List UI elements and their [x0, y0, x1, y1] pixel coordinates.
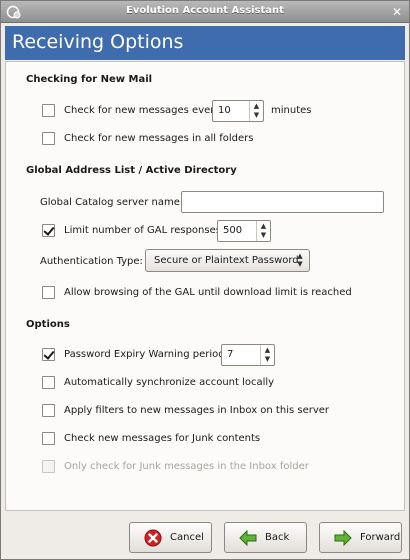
check-every-checkbox[interactable] — [42, 104, 55, 117]
limit-label: Limit number of GAL responses: — [64, 225, 225, 236]
limit-checkbox[interactable] — [42, 224, 55, 237]
forward-arrow-icon — [334, 529, 352, 547]
junk-inbox-only-label: Only check for Junk messages in the Inbo… — [64, 461, 309, 472]
forward-button[interactable]: Forward — [319, 522, 402, 553]
check-every-row[interactable]: Check for new messages every — [42, 104, 220, 117]
password-expiry-label: Password Expiry Warning period: — [64, 349, 228, 360]
password-expiry-spinner[interactable]: 7 ▲ ▼ — [221, 344, 275, 366]
junk-inbox-only-checkbox — [42, 460, 55, 473]
check-all-folders-label: Check for new messages in all folders — [64, 133, 254, 144]
auth-type-select[interactable]: Secure or Plaintext Password ▲ ▼ — [145, 249, 310, 272]
spin-down-icon[interactable]: ▼ — [263, 355, 272, 364]
check-junk-checkbox[interactable] — [42, 432, 55, 445]
spin-up-icon[interactable]: ▲ — [252, 102, 261, 111]
title-bar: Evolution Account Assistant ✕ — [1, 1, 409, 23]
spin-up-icon[interactable]: ▲ — [259, 222, 268, 231]
cancel-label: Cancel — [170, 532, 204, 543]
options-heading: Options — [26, 319, 70, 330]
gal-heading: Global Address List / Active Directory — [26, 165, 237, 176]
allow-browsing-label: Allow browsing of the GAL until download… — [64, 287, 352, 298]
back-arrow-icon — [239, 529, 257, 547]
interval-spinner[interactable]: 10 ▲ ▼ — [212, 100, 264, 122]
check-all-folders-checkbox[interactable] — [42, 132, 55, 145]
limit-row[interactable]: Limit number of GAL responses: — [42, 224, 224, 237]
auto-sync-checkbox[interactable] — [42, 376, 55, 389]
assistant-window: Evolution Account Assistant ✕ Receiving … — [0, 0, 410, 560]
password-expiry-row[interactable]: Password Expiry Warning period: — [42, 348, 228, 361]
checking-heading: Checking for New Mail — [26, 74, 153, 85]
apply-filters-checkbox[interactable] — [42, 404, 55, 417]
page-title: Receiving Options — [12, 31, 184, 53]
forward-label: Forward — [360, 532, 401, 543]
close-icon[interactable]: ✕ — [390, 5, 404, 19]
interval-value: 10 — [218, 105, 231, 116]
back-button[interactable]: Back — [224, 522, 307, 553]
password-expiry-spinner-arrows[interactable]: ▲ ▼ — [260, 345, 274, 365]
spin-down-icon[interactable]: ▼ — [259, 231, 268, 240]
apply-filters-label: Apply filters to new messages in Inbox o… — [64, 405, 330, 416]
check-every-label: Check for new messages every — [64, 105, 221, 116]
server-label: Global Catalog server name: — [40, 197, 184, 208]
cancel-icon — [144, 529, 162, 547]
check-junk-label: Check new messages for Junk contents — [64, 433, 261, 444]
page-header: Receiving Options — [5, 26, 405, 60]
server-input[interactable] — [181, 191, 384, 213]
auto-sync-label: Automatically synchronize account locall… — [64, 377, 275, 388]
auth-label: Authentication Type: — [40, 256, 143, 267]
limit-spinner-arrows[interactable]: ▲ ▼ — [256, 221, 270, 241]
password-expiry-value: 7 — [227, 349, 234, 360]
check-junk-row[interactable]: Check new messages for Junk contents — [42, 432, 260, 445]
auto-sync-row[interactable]: Automatically synchronize account locall… — [42, 376, 274, 389]
back-label: Back — [265, 532, 290, 543]
combo-arrows-icon: ▲ ▼ — [297, 252, 303, 268]
password-expiry-checkbox[interactable] — [42, 348, 55, 361]
check-all-folders-row[interactable]: Check for new messages in all folders — [42, 132, 253, 145]
window-title: Evolution Account Assistant — [126, 5, 284, 16]
limit-spinner[interactable]: 500 ▲ ▼ — [217, 220, 271, 242]
spin-down-icon[interactable]: ▼ — [252, 111, 261, 120]
limit-value: 500 — [223, 225, 243, 236]
interval-unit: minutes — [271, 105, 312, 116]
spin-up-icon[interactable]: ▲ — [263, 346, 272, 355]
junk-inbox-only-row: Only check for Junk messages in the Inbo… — [42, 460, 309, 473]
interval-spinner-arrows[interactable]: ▲ ▼ — [249, 101, 263, 121]
cancel-button[interactable]: Cancel — [129, 522, 212, 553]
allow-browsing-checkbox[interactable] — [42, 286, 55, 299]
apply-filters-row[interactable]: Apply filters to new messages in Inbox o… — [42, 404, 329, 417]
auth-type-value: Secure or Plaintext Password — [154, 255, 299, 266]
allow-browsing-row[interactable]: Allow browsing of the GAL until download… — [42, 286, 352, 299]
